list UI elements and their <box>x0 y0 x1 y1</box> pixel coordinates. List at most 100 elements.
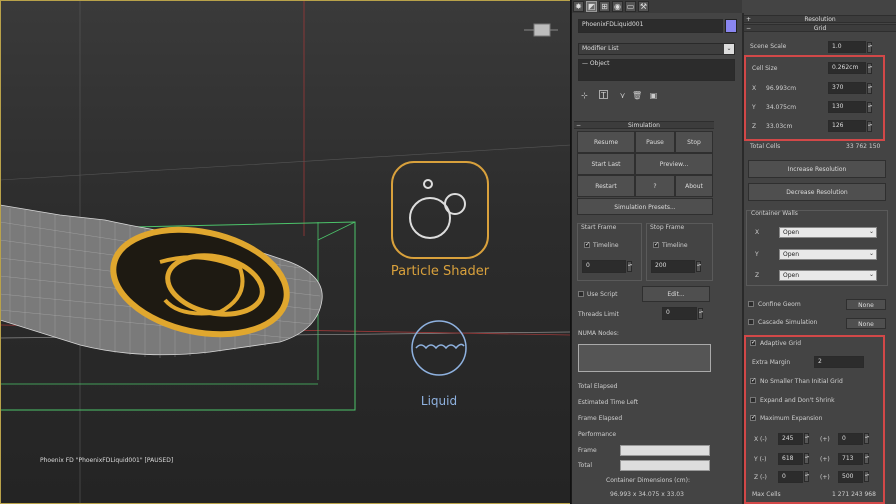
stack-item-object[interactable]: — Object <box>582 60 609 68</box>
resolution-rollout-header[interactable]: + Resolution <box>744 15 896 23</box>
scene-scale-spinner[interactable]: ▴▾ <box>867 42 872 53</box>
frame-progress-label: Frame <box>578 447 597 454</box>
hierarchy-icon[interactable]: ⊞ <box>599 1 610 12</box>
total-cells-value: 33 762 150 <box>846 143 881 150</box>
max-expansion-label: Maximum Expansion <box>760 415 823 422</box>
exp-x-pos-spinner[interactable]: ▴▾ <box>864 433 869 444</box>
cell-size-spinner[interactable]: ▴▾ <box>867 63 872 74</box>
grid-x-spinner[interactable]: ▴▾ <box>867 83 872 94</box>
confine-geom-checkbox[interactable] <box>748 301 754 307</box>
threads-limit-field[interactable]: 0 <box>662 307 697 320</box>
max-cells-label: Max Cells <box>752 491 781 498</box>
estimated-time-left-label: Estimated Time Left <box>578 399 639 406</box>
object-name-field[interactable]: PhoenixFDLiquid001 <box>578 19 723 33</box>
stop-frame-spinner[interactable]: ▴▾ <box>696 261 701 272</box>
walls-y-select[interactable]: Open ⌄ <box>779 249 877 260</box>
start-frame-spinner[interactable]: ▴▾ <box>627 261 632 272</box>
modify-icon[interactable]: ◩ <box>586 1 597 12</box>
viewport[interactable]: Particle Shader Liquid Phoenix FD "Phoen… <box>0 0 571 504</box>
decrease-resolution-button[interactable]: Decrease Resolution <box>748 183 886 201</box>
pause-button[interactable]: Pause <box>635 131 675 153</box>
grid-z-field[interactable]: 126 <box>828 120 866 132</box>
exp-z-neg-field[interactable]: 0 <box>778 471 803 483</box>
cascade-sim-picker[interactable]: None <box>846 318 886 329</box>
modifier-list-dropdown[interactable]: Modifier List ⌄ <box>578 43 735 55</box>
numa-nodes-label: NUMA Nodes: <box>578 330 619 337</box>
remove-modifier-icon[interactable]: 🗑 <box>632 91 642 100</box>
threads-limit-spinner[interactable]: ▴▾ <box>698 308 703 319</box>
utilities-icon[interactable]: ⚒ <box>638 1 649 12</box>
configure-sets-icon[interactable]: ▣ <box>649 91 658 100</box>
frame-elapsed-label: Frame Elapsed <box>578 415 623 422</box>
command-panel-tabs: ✸ ◩ ⊞ ◉ ▭ ⚒ <box>572 0 742 13</box>
exp-y-neg-field[interactable]: 618 <box>778 453 803 465</box>
chevron-down-icon: ⌄ <box>868 271 874 278</box>
total-cells-label: Total Cells <box>750 143 781 150</box>
extra-margin-field[interactable]: 2 <box>814 356 864 368</box>
start-last-button[interactable]: Start Last <box>577 153 635 175</box>
bottle-mesh[interactable] <box>0 204 323 358</box>
increase-resolution-button[interactable]: Increase Resolution <box>748 160 886 178</box>
max-expansion-checkbox[interactable]: ✓ <box>750 415 756 421</box>
exp-y-neg-spinner[interactable]: ▴▾ <box>804 453 809 464</box>
modifier-list-label: Modifier List <box>582 45 619 52</box>
grid-y-label: Y <box>752 104 756 111</box>
stop-timeline-label: Timeline <box>662 242 688 249</box>
preview-button[interactable]: Preview... <box>635 153 713 175</box>
simulation-rollout-header[interactable]: − Simulation <box>574 121 714 129</box>
exp-z-pos-label: (+) <box>820 474 830 481</box>
grid-x-field[interactable]: 370 <box>828 82 866 94</box>
grid-x-size: 96.993cm <box>766 85 797 92</box>
stop-button[interactable]: Stop <box>675 131 713 153</box>
total-progress-bar <box>620 460 710 471</box>
start-timeline-checkbox[interactable]: ✓ <box>584 242 590 248</box>
create-icon[interactable]: ✸ <box>573 1 584 12</box>
show-end-result-icon[interactable]: T <box>599 90 608 100</box>
container-dimensions-value: 96.993 x 34.075 x 33.03 <box>610 491 684 498</box>
stop-frame-field[interactable]: 200 <box>651 260 695 273</box>
make-unique-icon[interactable]: ⋎ <box>618 91 627 100</box>
help-button[interactable]: ? <box>635 175 675 197</box>
exp-x-neg-field[interactable]: 245 <box>778 433 803 445</box>
resume-button[interactable]: Resume <box>577 131 635 153</box>
grid-y-field[interactable]: 130 <box>828 101 866 113</box>
modifier-stack[interactable]: — Object <box>578 59 735 81</box>
grid-y-spinner[interactable]: ▴▾ <box>867 102 872 113</box>
exp-x-neg-spinner[interactable]: ▴▾ <box>804 433 809 444</box>
cascade-sim-checkbox[interactable] <box>748 319 754 325</box>
edit-script-button[interactable]: Edit... <box>642 286 710 302</box>
exp-z-pos-field[interactable]: 500 <box>838 471 863 483</box>
exp-y-pos-field[interactable]: 713 <box>838 453 863 465</box>
viewcube-icon[interactable] <box>520 20 560 40</box>
object-color-swatch[interactable] <box>725 19 737 33</box>
start-frame-field[interactable]: 0 <box>582 260 626 273</box>
walls-z-select[interactable]: Open ⌄ <box>779 270 877 281</box>
particle-shader-icon[interactable] <box>390 160 490 260</box>
scene-scale-field[interactable]: 1.0 <box>828 41 866 53</box>
walls-x-select[interactable]: Open ⌄ <box>779 227 877 238</box>
restart-button[interactable]: Restart <box>577 175 635 197</box>
no-smaller-checkbox[interactable]: ✓ <box>750 378 756 384</box>
numa-nodes-list[interactable] <box>578 344 711 372</box>
display-icon[interactable]: ▭ <box>625 1 636 12</box>
pin-stack-icon[interactable]: ⊹ <box>580 91 589 100</box>
exp-z-pos-spinner[interactable]: ▴▾ <box>864 471 869 482</box>
exp-z-neg-spinner[interactable]: ▴▾ <box>804 471 809 482</box>
exp-x-pos-field[interactable]: 0 <box>838 433 863 445</box>
grid-z-size: 33.03cm <box>766 123 793 130</box>
adaptive-grid-checkbox[interactable]: ✓ <box>750 340 756 346</box>
stop-frame-label: Stop Frame <box>650 224 685 231</box>
grid-z-spinner[interactable]: ▴▾ <box>867 121 872 132</box>
liquid-icon[interactable] <box>410 308 468 388</box>
cell-size-field[interactable]: 0.262cm <box>828 62 866 74</box>
stop-timeline-checkbox[interactable]: ✓ <box>653 242 659 248</box>
grid-rollout-header[interactable]: − Grid <box>744 24 896 32</box>
motion-icon[interactable]: ◉ <box>612 1 623 12</box>
use-script-checkbox[interactable] <box>578 291 584 297</box>
about-button[interactable]: About <box>675 175 713 197</box>
confine-geom-picker[interactable]: None <box>846 299 886 310</box>
exp-y-pos-label: (+) <box>820 456 830 463</box>
simulation-presets-button[interactable]: Simulation Presets... <box>577 198 713 215</box>
expand-dont-shrink-checkbox[interactable] <box>750 397 756 403</box>
exp-y-pos-spinner[interactable]: ▴▾ <box>864 453 869 464</box>
